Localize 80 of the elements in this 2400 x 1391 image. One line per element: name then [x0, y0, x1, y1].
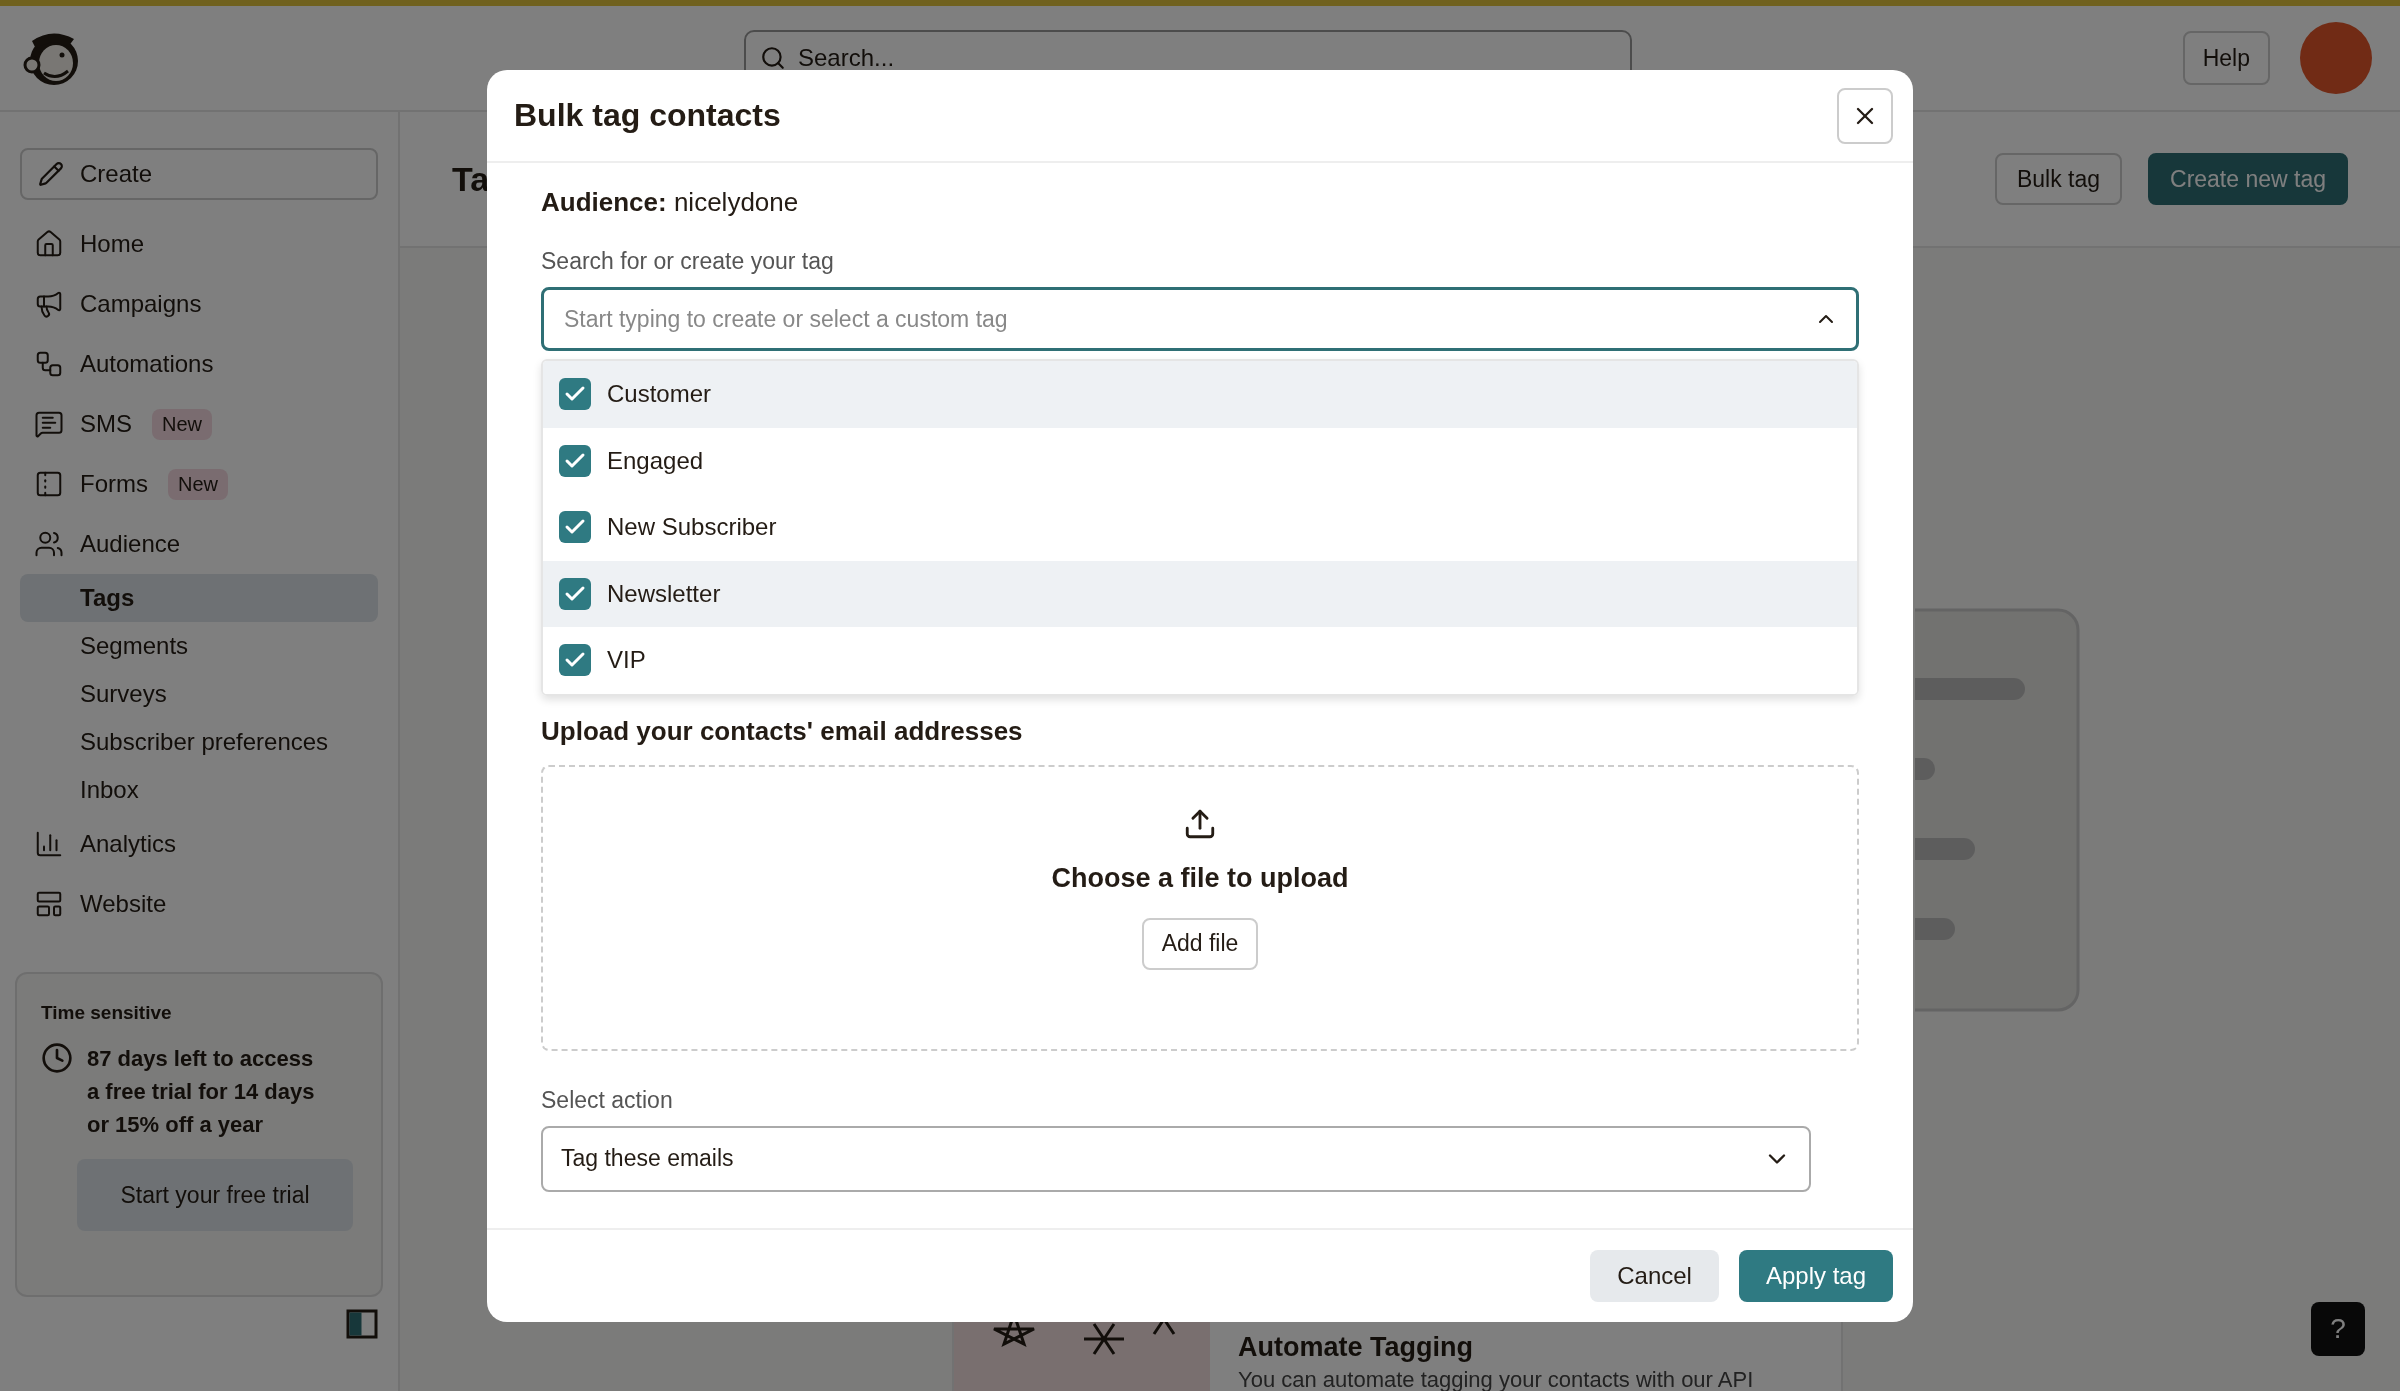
bulk-tag-button[interactable]: Bulk tag — [1994, 153, 2122, 205]
sidebar-item-label: Segments — [80, 632, 189, 660]
action-select[interactable]: Tag these emails — [541, 1125, 1811, 1192]
sidebar-item[interactable]: Surveys — [20, 670, 378, 718]
sidebar-item[interactable]: Tags — [20, 574, 378, 622]
tag-search-field[interactable]: Start typing to create or select a custom tag — [541, 287, 1859, 351]
create-button[interactable]: Create — [20, 148, 378, 200]
sidebar-item-label: Website — [80, 890, 167, 918]
sidebar-item[interactable]: Automations — [20, 334, 378, 394]
field-label: Search for or create your tag — [541, 248, 835, 275]
help-button[interactable]: Help — [2182, 31, 2270, 85]
tag-option-label: New Subscriber — [607, 513, 777, 542]
tag-search-input[interactable]: Start typing to create or select a custom tag — [562, 304, 1814, 334]
sidebar-item[interactable]: Campaigns — [20, 274, 378, 334]
promo-text: You can automate tagging your contacts with our API — [1238, 1367, 1754, 1391]
sidebar-item-label: Campaigns — [80, 290, 202, 318]
checkbox[interactable] — [559, 378, 591, 411]
file-dropzone[interactable]: Choose a file to upload Add file — [541, 764, 1859, 1051]
sidebar-item-label: Audience — [80, 530, 181, 558]
nav-icon — [34, 229, 64, 259]
sidebar-item[interactable]: Analytics — [20, 814, 378, 874]
sidebar-item[interactable]: Inbox — [20, 766, 378, 814]
tag-option[interactable]: Engaged — [543, 427, 1857, 494]
checkbox[interactable] — [559, 644, 591, 677]
checkbox[interactable] — [559, 444, 591, 477]
close-button[interactable] — [1837, 87, 1893, 144]
tag-option[interactable]: VIP — [543, 627, 1857, 694]
tag-option-label: Customer — [607, 380, 712, 409]
sidebar-item[interactable]: SMS New — [20, 394, 378, 454]
sidebar-item-label: Inbox — [80, 776, 139, 804]
nav-icon — [34, 409, 64, 439]
apply-tag-button[interactable]: Apply tag — [1738, 1250, 1893, 1302]
trial-text: 87 days left to access a free trial for 14 days or 15% off a year — [87, 1045, 316, 1139]
sidebar-toggle-icon[interactable] — [346, 1309, 378, 1339]
sidebar-item[interactable]: Subscriber preferences — [20, 718, 378, 766]
sidebar-item[interactable]: Home — [20, 214, 378, 274]
nav-icon — [34, 469, 64, 499]
nav-icon — [34, 529, 64, 559]
cancel-button[interactable]: Cancel — [1590, 1250, 1719, 1302]
clock-icon — [41, 1042, 73, 1074]
trial-title: Time sensitive — [41, 1002, 173, 1024]
sidebar-item[interactable]: Website — [20, 874, 378, 934]
checkbox[interactable] — [559, 577, 591, 610]
start-trial-button[interactable]: Start your free trial — [77, 1159, 353, 1231]
create-tag-button[interactable]: Create new tag — [2148, 153, 2348, 205]
sidebar-item-label: SMS — [80, 410, 132, 438]
dropzone-text: Choose a file to upload — [1051, 862, 1349, 894]
nav-icon — [34, 349, 64, 379]
field-label: Select action — [541, 1086, 674, 1114]
sidebar-item-label: Subscriber preferences — [80, 728, 329, 756]
sidebar-item-label: Home — [80, 230, 145, 258]
pencil-icon — [38, 161, 64, 187]
nav-icon — [34, 829, 64, 859]
sidebar-item[interactable]: Segments — [20, 622, 378, 670]
tag-option-label: Engaged — [607, 446, 704, 475]
sidebar-item[interactable]: Forms New — [20, 454, 378, 514]
sidebar-item-label: Automations — [80, 350, 214, 378]
add-file-button[interactable]: Add file — [1141, 917, 1259, 970]
search-icon — [760, 45, 786, 71]
promo-title: Automate Tagging — [1238, 1332, 1474, 1363]
tag-option[interactable]: Customer — [543, 361, 1857, 428]
help-button[interactable]: ? — [2311, 1302, 2365, 1356]
new-badge: New — [152, 408, 213, 440]
tag-option-label: Newsletter — [607, 579, 721, 608]
tag-option-label: VIP — [607, 646, 646, 675]
sidebar-item-label: Surveys — [80, 680, 167, 708]
audience-text: Audience: nicelydone — [541, 187, 800, 218]
dialog-title: Bulk tag contacts — [514, 97, 781, 134]
nav-icon — [34, 289, 64, 319]
sidebar-item[interactable]: Audience — [20, 514, 378, 574]
checkbox[interactable] — [559, 511, 591, 544]
page-title: Ta — [452, 159, 490, 199]
sidebar-item-label: Tags — [80, 584, 135, 612]
new-badge: New — [168, 468, 228, 500]
sidebar-item-label: Analytics — [80, 830, 177, 858]
upload-title: Upload your contacts' email addresses — [541, 715, 1024, 747]
tag-option[interactable]: New Subscriber — [543, 494, 1857, 561]
tag-option[interactable]: Newsletter — [543, 560, 1857, 627]
nav-icon — [34, 889, 64, 919]
sidebar-item-label: Forms — [80, 470, 148, 498]
